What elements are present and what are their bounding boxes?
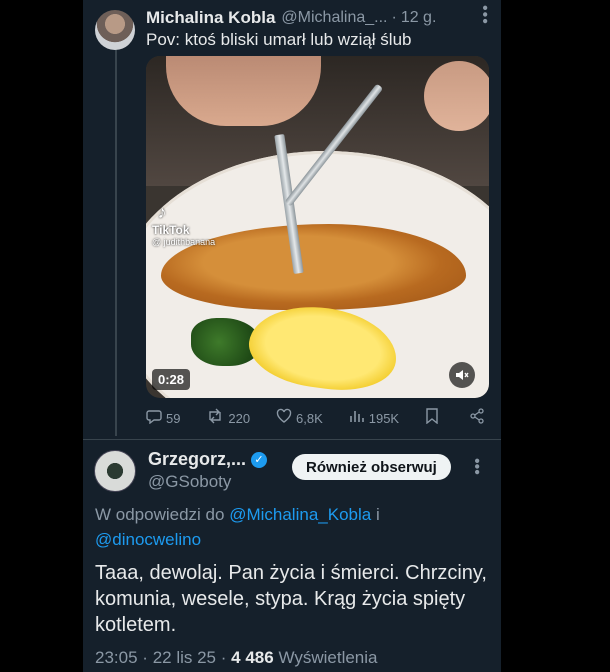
mention-link[interactable]: @dinocwelino: [95, 530, 201, 549]
separator: ·: [142, 648, 148, 667]
tweet1-header: Michalina Kobla @Michalina_... · 12 g.: [146, 7, 491, 29]
timestamp[interactable]: 12 g.: [401, 9, 437, 27]
tiktok-user: @ judithbanana: [152, 237, 216, 247]
repost-icon: [206, 408, 224, 428]
more-icon[interactable]: •••: [467, 458, 485, 475]
divider: [83, 439, 501, 440]
tweet-meta: 23:05 · 22 lis 25 · 4 486 Wyświetlenia: [95, 648, 377, 668]
reply-prefix: W odpowiedzi do: [95, 505, 225, 524]
hand: [424, 61, 489, 131]
share-button[interactable]: [469, 408, 489, 428]
views-count: 195K: [368, 410, 400, 426]
bookmark-button[interactable]: [425, 408, 443, 428]
author-handle[interactable]: @GSoboty: [148, 472, 231, 492]
tweet-time[interactable]: 23:05: [95, 648, 138, 667]
author-name[interactable]: Michalina Kobla: [146, 8, 275, 28]
tweet-text: Taaa, dewolaj. Pan życia i śmierci. Chrz…: [95, 562, 487, 636]
separator: ·: [220, 648, 227, 667]
reply-context: W odpowiedzi do @Michalina_Kobla i @dino…: [95, 502, 485, 552]
reply-icon: [146, 408, 162, 428]
follow-back-button[interactable]: Również obserwuj: [292, 454, 451, 480]
avatar[interactable]: [94, 450, 136, 492]
repost-button[interactable]: 220: [206, 408, 250, 428]
repost-count: 220: [228, 410, 251, 426]
video-player[interactable]: ♪ TikTok @ judithbanana 0:28: [146, 56, 489, 398]
views-icon: [349, 408, 365, 428]
verified-icon: ✓: [251, 451, 268, 468]
author-name[interactable]: Grzegorz,...: [148, 449, 246, 470]
tweet-text: Pov: ktoś bliski umarł lub wziął ślub: [146, 30, 412, 49]
tweet-date[interactable]: 22 lis 25: [153, 648, 216, 667]
views-button[interactable]: 195K: [349, 408, 399, 428]
tiktok-icon: ♪: [157, 202, 167, 222]
reply-and: i: [375, 505, 380, 524]
video-duration: 0:28: [152, 369, 191, 390]
thread-line: [115, 48, 117, 436]
reply-button[interactable]: 59: [146, 408, 180, 428]
views-total: 4 486: [231, 648, 274, 667]
tweet-panel: Michalina Kobla @Michalina_... · 12 g. •…: [83, 0, 501, 672]
mention-link[interactable]: @Michalina_Kobla: [229, 505, 371, 524]
reply-count: 59: [166, 410, 181, 426]
speaker-muted-icon[interactable]: [449, 362, 475, 388]
tiktok-watermark: ♪ TikTok @ judithbanana: [152, 202, 215, 247]
views-label: Wyświetlenia: [278, 648, 378, 667]
separator: ·: [391, 9, 397, 26]
more-icon[interactable]: •••: [475, 5, 493, 25]
like-button[interactable]: 6,8K: [276, 408, 323, 428]
action-bar: 59 220 6,8K 195K: [146, 408, 489, 428]
tiktok-brand: TikTok: [152, 223, 190, 237]
share-icon: [469, 408, 485, 428]
tweet2-author: Grzegorz,... ✓: [148, 449, 268, 470]
avatar[interactable]: [95, 10, 135, 50]
heart-icon: [276, 408, 292, 428]
bookmark-icon: [425, 408, 439, 428]
like-count: 6,8K: [296, 410, 323, 426]
author-handle[interactable]: @Michalina_...: [281, 9, 387, 27]
